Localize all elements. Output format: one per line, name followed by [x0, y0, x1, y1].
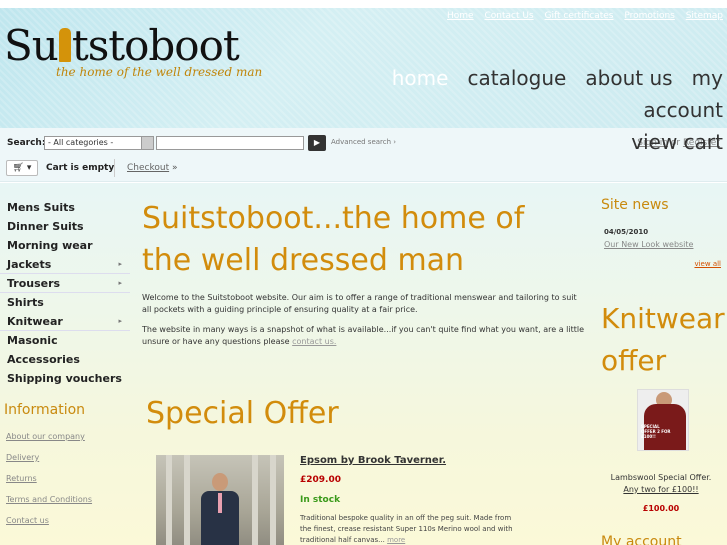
- cart-status: Cart is empty: [46, 163, 115, 173]
- checkout-link[interactable]: Checkout: [127, 163, 169, 173]
- nav-about-us[interactable]: about us: [585, 66, 672, 90]
- category-select[interactable]: - All categories -: [44, 136, 154, 150]
- cart-icon: 🛒︎: [12, 163, 25, 173]
- nav-home[interactable]: home: [392, 66, 449, 90]
- category-label: Mens Suits: [7, 201, 75, 214]
- product-price: £209.00: [300, 475, 341, 485]
- info-link-returns[interactable]: Returns: [6, 474, 92, 495]
- news-item-link[interactable]: Our New Look website: [604, 240, 693, 249]
- toplink-home[interactable]: Home: [447, 11, 474, 21]
- category-trousers[interactable]: Trousers ▸: [0, 274, 130, 293]
- info-link-about[interactable]: About our company: [6, 432, 92, 453]
- knitwear-image[interactable]: SPECIAL OFFER 2 FOR £100!!: [637, 389, 689, 451]
- intro-text-span: The website in many ways is a snapshot o…: [142, 325, 584, 346]
- search-input[interactable]: [156, 136, 304, 150]
- category-label: Shipping vouchers: [7, 372, 122, 385]
- category-dinner-suits[interactable]: Dinner Suits: [0, 217, 130, 236]
- site-logo[interactable]: Su tstoboot the home of the well dressed …: [4, 24, 263, 80]
- intro-paragraph: Welcome to the Suitstoboot website. Our …: [142, 293, 577, 314]
- column-decoration: [166, 455, 172, 545]
- logo-wordmark: Su tstoboot: [4, 24, 262, 68]
- main-nav: home catalogue about us my account view …: [303, 62, 723, 158]
- cart-menu-button[interactable]: 🛒︎ ▾: [6, 160, 38, 176]
- chevron-down-icon: [141, 137, 153, 149]
- nav-view-cart[interactable]: view cart: [631, 130, 723, 154]
- product-description: Traditional bespoke quality in an off th…: [300, 513, 515, 545]
- info-link-contact[interactable]: Contact us: [6, 516, 92, 537]
- category-label: Accessories: [7, 353, 80, 366]
- information-title: Information: [4, 402, 86, 418]
- page-title: Suitstoboot...the home of the well dress…: [142, 201, 525, 278]
- knitwear-offer-title: Knitwear offer: [601, 302, 725, 377]
- chevron-right-icon: ▸: [118, 260, 122, 268]
- search-label: Search:: [7, 138, 46, 148]
- chevron-down-icon: ▾: [26, 163, 32, 173]
- site-news-title: Site news: [601, 197, 669, 213]
- intro-paragraph: The website in many ways is a snapshot o…: [142, 324, 587, 348]
- logo-tagline: the home of the well dressed man: [56, 65, 263, 79]
- nav-catalogue[interactable]: catalogue: [467, 66, 566, 90]
- checkout-arrow: »: [171, 163, 178, 173]
- category-knitwear[interactable]: Knitwear ▸: [0, 312, 130, 331]
- logo-text-left: Su: [4, 21, 59, 70]
- knitwear-caption-text: Lambswool Special Offer.: [610, 473, 712, 482]
- news-date: 04/05/2010: [604, 228, 649, 236]
- category-masonic[interactable]: Masonic: [0, 331, 130, 350]
- toplink-sitemap[interactable]: Sitemap: [686, 11, 723, 21]
- intro-text: Welcome to the Suitstoboot website. Our …: [142, 292, 587, 356]
- checkout-area: Checkout »: [127, 163, 178, 173]
- stock-status: In stock: [300, 495, 341, 505]
- contact-us-link[interactable]: contact us.: [292, 337, 336, 346]
- category-nav: Mens Suits Dinner Suits Morning wear Jac…: [0, 198, 130, 388]
- my-account-title: My account: [601, 534, 682, 545]
- category-label: Jackets: [7, 258, 52, 271]
- toplink-contact[interactable]: Contact Us: [484, 11, 533, 21]
- column-decoration: [270, 455, 276, 545]
- category-select-value: - All categories -: [48, 138, 114, 147]
- chevron-right-icon: ▸: [118, 317, 122, 325]
- chevron-right-icon: ▸: [118, 279, 122, 287]
- category-mens-suits[interactable]: Mens Suits: [0, 198, 130, 217]
- logo-text-right: tstoboot: [71, 21, 240, 70]
- category-accessories[interactable]: Accessories: [0, 350, 130, 369]
- toplink-gift-certificates[interactable]: Gift certificates: [545, 11, 614, 21]
- product-name-link[interactable]: Epsom by Brook Taverner.: [300, 455, 446, 466]
- category-label: Shirts: [7, 296, 44, 309]
- toplink-promotions[interactable]: Promotions: [624, 11, 674, 21]
- model-head: [212, 473, 228, 491]
- model-tie: [218, 493, 222, 513]
- category-label: Knitwear: [7, 315, 63, 328]
- column-decoration: [184, 455, 190, 545]
- category-label: Masonic: [7, 334, 58, 347]
- category-morning-wear[interactable]: Morning wear: [0, 236, 130, 255]
- column-decoration: [252, 455, 258, 545]
- more-link[interactable]: more: [387, 536, 405, 544]
- product-image[interactable]: [156, 455, 284, 545]
- offer-badge: SPECIAL OFFER 2 FOR £100!!: [641, 424, 671, 439]
- model-figure: [201, 473, 239, 545]
- category-label: Trousers: [7, 277, 61, 290]
- info-link-terms[interactable]: Terms and Conditions: [6, 495, 92, 516]
- category-label: Dinner Suits: [7, 220, 84, 233]
- top-links: Home Contact Us Gift certificates Promot…: [439, 11, 723, 21]
- category-shirts[interactable]: Shirts: [0, 293, 130, 312]
- view-all-news-link[interactable]: view all: [694, 260, 721, 268]
- cart-bar: 🛒︎ ▾ Cart is empty Checkout »: [0, 156, 727, 182]
- knitwear-caption: Lambswool Special Offer. Any two for £10…: [600, 472, 722, 496]
- logo-figure-icon: [58, 28, 71, 62]
- knitwear-offer-link[interactable]: Any two for £100!!: [623, 485, 698, 494]
- category-label: Morning wear: [7, 239, 93, 252]
- information-links: About our company Delivery Returns Terms…: [6, 432, 92, 537]
- divider: [114, 159, 115, 177]
- header: Home Contact Us Gift certificates Promot…: [0, 8, 727, 154]
- category-shipping-vouchers[interactable]: Shipping vouchers: [0, 369, 130, 388]
- special-offer-title: Special Offer: [146, 396, 339, 431]
- knitwear-price: £100.00: [642, 504, 680, 513]
- category-jackets[interactable]: Jackets ▸: [0, 255, 130, 274]
- info-link-delivery[interactable]: Delivery: [6, 453, 92, 474]
- product-description-text: Traditional bespoke quality in an off th…: [300, 514, 513, 544]
